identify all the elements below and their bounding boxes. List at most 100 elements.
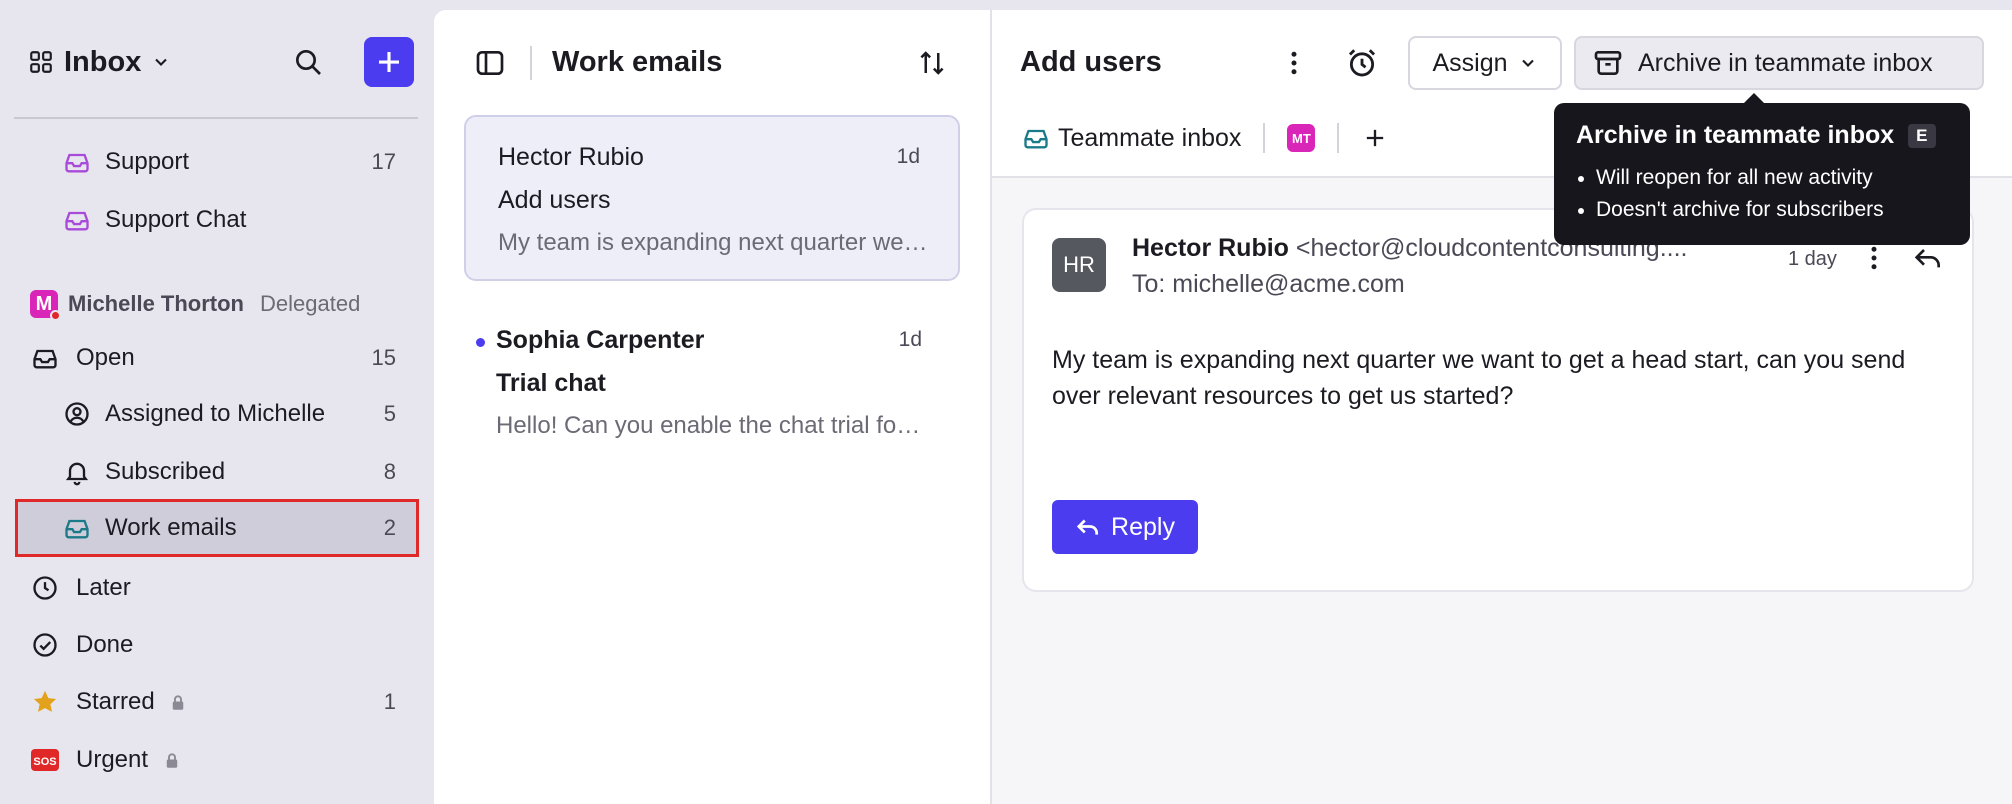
lock-icon [163, 752, 181, 770]
conversation-from: Hector Rubio [498, 143, 644, 171]
teammate-name: Michelle Thorton [68, 291, 244, 316]
sidebar-item-label: Subscribed [105, 458, 226, 485]
snooze-button[interactable] [1342, 43, 1382, 83]
sender-name: Hector Rubio [1132, 234, 1289, 262]
sort-button[interactable] [912, 43, 952, 83]
grid-icon [28, 49, 54, 75]
compose-button[interactable] [364, 37, 414, 87]
sidebar-item-label: Done [76, 631, 134, 658]
reply-label: Reply [1111, 512, 1175, 541]
avatar: M [30, 290, 61, 321]
sidebar-toggle-icon [474, 47, 506, 79]
sidebar-item-label: Starred [76, 688, 155, 715]
avatar: HR [1052, 238, 1106, 292]
sidebar-item-label: Open [76, 344, 135, 371]
sidebar-item-count: 5 [383, 401, 396, 426]
reply-icon [1075, 514, 1101, 540]
sidebar-item-count: 1 [383, 689, 396, 714]
search-icon [292, 46, 324, 78]
teammate-badge[interactable]: MT [1287, 124, 1316, 152]
archive-icon [1592, 47, 1624, 79]
sidebar-item-work-emails[interactable]: Work emails 2 [15, 499, 419, 557]
assign-button[interactable]: Assign [1408, 36, 1562, 90]
list-header: Work emails [434, 10, 990, 110]
sidebar-item-label-wrap: Urgent [76, 746, 181, 774]
sidebar-item-label-wrap: Starred [76, 688, 187, 716]
sidebar-item-subscribed[interactable]: Subscribed 8 [18, 446, 416, 498]
teammate-section-header[interactable]: M Michelle Thorton Delegated [30, 290, 361, 321]
plus-icon [1367, 129, 1384, 147]
sort-icon [917, 48, 947, 78]
message-card: HR Hector Rubio <hector@cloudcontentcons… [1022, 208, 1974, 592]
shortcut-key: E [1908, 123, 1936, 148]
conversation-list-pane: Work emails Hector Rubio 1d Add users My… [434, 10, 990, 804]
conversation-preview: My team is expanding next quarter we wan… [498, 229, 928, 256]
sidebar-item-assigned[interactable]: Assigned to Michelle 5 [18, 388, 416, 440]
sos-icon: SOS [30, 745, 60, 775]
inbox-title: Inbox [64, 45, 142, 78]
alarm-clock-icon [1345, 46, 1379, 80]
sidebar: Inbox Support 17 Support Chat M Michelle… [0, 0, 434, 804]
plus-icon [374, 47, 404, 77]
chevron-down-icon [1518, 53, 1538, 73]
tooltip-list: Will reopen for all new activity Doesn't… [1576, 162, 1948, 226]
conversation-tags: Teammate inbox MT [1022, 120, 1389, 156]
archive-label: Archive in teammate inbox [1638, 48, 1933, 77]
inbox-tag[interactable]: Teammate inbox [1058, 124, 1241, 153]
conversation-subject: Trial chat [496, 369, 606, 397]
sidebar-item-open[interactable]: Open 15 [18, 332, 416, 384]
search-button[interactable] [288, 42, 328, 82]
sidebar-item-label: Urgent [76, 746, 149, 773]
inbox-icon [30, 343, 60, 373]
tooltip-line: Will reopen for all new activity [1576, 162, 1948, 194]
more-options-button[interactable] [1274, 43, 1314, 83]
reply-button[interactable]: Reply [1052, 500, 1198, 554]
tooltip-title: Archive in teammate inbox [1576, 121, 1895, 149]
unread-dot [476, 338, 485, 347]
conversation-age: 1d [896, 145, 920, 168]
sidebar-item-label: Support [105, 148, 190, 175]
tag-separator [1337, 123, 1340, 153]
conversation-from: Sophia Carpenter [496, 326, 705, 354]
assign-label: Assign [1432, 48, 1508, 77]
header-separator [530, 46, 532, 80]
sidebar-item-support[interactable]: Support 17 [18, 136, 416, 188]
chevron-down-icon [151, 52, 171, 72]
add-tag-button[interactable] [1361, 124, 1389, 152]
reply-icon [1912, 242, 1944, 274]
inbox-icon [1022, 124, 1050, 152]
inbox-switcher[interactable]: Inbox [28, 42, 171, 82]
sidebar-item-done[interactable]: Done [18, 619, 416, 671]
sidebar-item-support-chat[interactable]: Support Chat [18, 194, 416, 246]
sidebar-divider [14, 117, 418, 119]
star-icon [30, 687, 60, 717]
conversation-item[interactable]: Hector Rubio 1d Add users My team is exp… [464, 115, 960, 281]
user-circle-icon [62, 399, 92, 429]
sidebar-item-count: 8 [383, 459, 396, 484]
sidebar-item-urgent[interactable]: SOS Urgent [18, 734, 416, 786]
toggle-sidebar-button[interactable] [470, 43, 510, 83]
sidebar-header: Inbox [0, 0, 434, 120]
sidebar-item-count: 2 [383, 515, 396, 540]
sidebar-item-count: 17 [371, 149, 396, 174]
sidebar-item-label: Support Chat [105, 206, 247, 233]
status-dot [50, 310, 61, 321]
tooltip-title-row: Archive in teammate inbox E [1576, 121, 1948, 150]
inbox-icon [62, 513, 92, 543]
inbox-icon [62, 147, 92, 177]
bell-icon [62, 457, 92, 487]
sidebar-item-label: Later [76, 574, 131, 601]
conversation-age: 1d [898, 328, 922, 351]
inbox-icon [62, 205, 92, 235]
sidebar-item-starred[interactable]: Starred 1 [18, 676, 416, 728]
sidebar-item-count: 15 [371, 345, 396, 370]
conversation-item[interactable]: Sophia Carpenter 1d Trial chat Hello! Ca… [464, 300, 960, 466]
tooltip-line: Doesn't archive for subscribers [1576, 194, 1948, 226]
delegated-label: Delegated [260, 291, 361, 316]
lock-icon [169, 694, 187, 712]
clock-icon [30, 573, 60, 603]
conversation-subject: Add users [498, 186, 611, 214]
list-title: Work emails [552, 46, 723, 78]
archive-button[interactable]: Archive in teammate inbox [1574, 36, 1984, 90]
sidebar-item-later[interactable]: Later [18, 562, 416, 614]
